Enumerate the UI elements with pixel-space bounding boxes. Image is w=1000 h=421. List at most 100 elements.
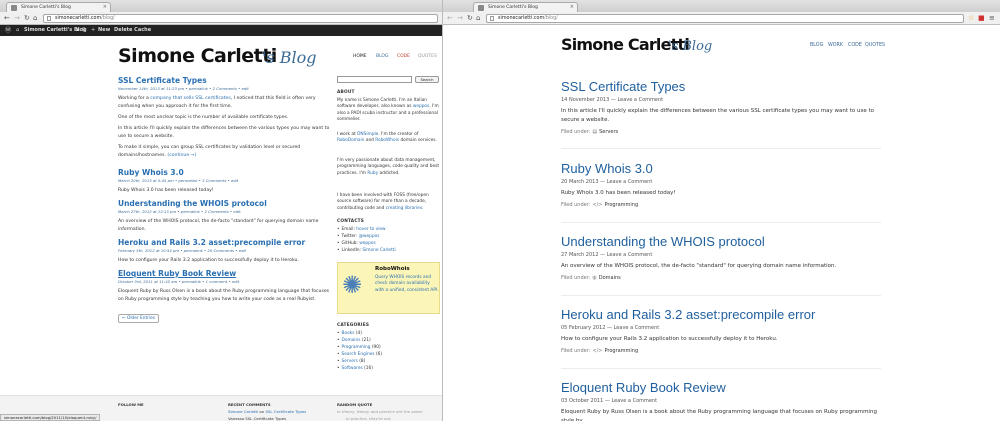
tab-strip: Simone Carletti's Blog × <box>0 0 442 12</box>
post-meta: 03 October 2011 — Leave a Comment <box>561 398 881 404</box>
home-icon[interactable]: ⌂ <box>476 14 480 22</box>
post-title[interactable]: Understanding the WHOIS protocol <box>118 199 330 208</box>
email-link[interactable]: hover to view <box>356 227 385 232</box>
category-link[interactable]: Servers <box>599 129 618 135</box>
wordpress-logo-icon[interactable]: Ⓦ <box>5 25 11 36</box>
back-icon[interactable]: ← <box>4 14 10 22</box>
leave-comment-link[interactable]: Leave a Comment <box>607 252 653 258</box>
random-quote-text: In practice, they're not. <box>346 416 392 421</box>
robowhois-description[interactable]: Query WHOIS records and check domain ava… <box>375 275 439 294</box>
post-title[interactable]: SSL Certificate Types <box>561 79 881 94</box>
post-title[interactable]: Ruby Whois 3.0 <box>118 168 330 177</box>
category-link[interactable]: Domains <box>599 275 621 281</box>
back-icon[interactable]: ← <box>447 14 453 22</box>
globe-icon: ◍ <box>592 275 597 281</box>
site-title[interactable]: Simone Carletti <box>118 45 277 67</box>
nav-work[interactable]: WORK <box>828 43 843 48</box>
tab-close-icon[interactable]: × <box>103 3 107 12</box>
post-date: 05 February 2012 <box>561 325 606 331</box>
status-bar-url: simonecarletti.com/blog/2011/10/eloquent… <box>0 414 101 421</box>
category-link[interactable]: Programming <box>604 348 638 354</box>
leave-comment-link[interactable]: Leave a Comment <box>617 97 663 103</box>
leave-comment-link[interactable]: Leave a Comment <box>611 398 657 404</box>
comment-post-link[interactable]: SSL Certificate Types <box>265 409 306 414</box>
post-title[interactable]: Understanding the WHOIS protocol <box>561 234 881 249</box>
favicon-icon <box>11 5 17 11</box>
post-title[interactable]: Heroku and Rails 3.2 asset:precompile er… <box>561 307 881 322</box>
forward-icon[interactable]: → <box>14 14 20 22</box>
post-title[interactable]: Eloquent Ruby Book Review <box>561 380 881 395</box>
category-count: (8) <box>357 359 366 364</box>
extension-icon[interactable]: ■ <box>978 14 985 22</box>
leave-comment-link[interactable]: Leave a Comment <box>614 325 660 331</box>
nav-blog[interactable]: BLOG <box>810 43 823 48</box>
robowhois-link[interactable]: RoboWhois <box>375 138 399 143</box>
post-title[interactable]: SSL Certificate Types <box>118 76 330 85</box>
leave-comment-link[interactable]: Leave a Comment <box>607 179 653 185</box>
filed-under-label: Filed under: <box>561 202 591 208</box>
nav-code[interactable]: CODE <box>848 43 862 48</box>
nav-blog[interactable]: BLOG <box>376 54 388 59</box>
comment-author-link[interactable]: Simone Carletti <box>228 409 258 414</box>
address-bar[interactable]: simonecarletti.com/blog/ <box>43 14 438 23</box>
category-link[interactable]: Programming <box>342 345 371 350</box>
bookmark-star-icon[interactable]: ☆ <box>968 14 974 22</box>
twitter-link[interactable]: @weppos <box>359 234 380 239</box>
recent-comment[interactable]: Vanessa SSL Certificate Types <box>228 416 286 421</box>
reload-icon[interactable]: ↻ <box>467 14 473 22</box>
nav-code[interactable]: CODE <box>397 54 410 59</box>
older-entries-button[interactable]: ← Older Entries <box>118 314 160 323</box>
company-link[interactable]: company that sells SSL certificates <box>150 96 230 101</box>
nav-quotes[interactable]: QUOTES <box>865 43 885 48</box>
search-input[interactable] <box>337 76 412 83</box>
reload-icon[interactable]: ↻ <box>24 14 30 22</box>
browser-tab[interactable]: Simone Carletti's Blog × <box>473 2 578 12</box>
filed-under-label: Filed under: <box>561 129 591 135</box>
continue-link[interactable]: (continue →) <box>167 153 196 158</box>
dnsimple-link[interactable]: DNSimple <box>357 132 378 137</box>
contact-linkedin: LinkedIn: Simone Carletti <box>337 247 440 254</box>
category-link[interactable]: Domains <box>342 338 361 343</box>
category-link[interactable]: Search Engines <box>342 352 375 357</box>
url-host: simonecarletti.com <box>498 16 545 21</box>
home-icon[interactable]: ⌂ <box>33 14 37 22</box>
category-item: Servers (8) <box>337 358 440 365</box>
admin-delete-cache-button[interactable]: Delete Cache <box>114 25 151 36</box>
nav-quotes[interactable]: QUOTES <box>418 54 437 59</box>
creating-libraries-link[interactable]: creating libraries <box>386 206 422 211</box>
linkedin-link[interactable]: Simone Carletti <box>362 248 395 253</box>
robowhois-ad[interactable]: ✺ RoboWhois Query WHOIS records and chec… <box>337 262 440 314</box>
post-title[interactable]: Eloquent Ruby Book Review <box>118 269 330 278</box>
address-bar[interactable]: simonecarletti.com/blog/ <box>486 14 964 23</box>
category-link[interactable]: Books <box>342 331 355 336</box>
comments-icon[interactable]: ▪ <box>76 25 79 36</box>
weppos-link[interactable]: weppos <box>413 104 429 109</box>
ruby-link[interactable]: Ruby <box>367 171 378 176</box>
search-button[interactable]: Search <box>415 76 439 83</box>
category-link[interactable]: Servers <box>342 359 358 364</box>
admin-new-button[interactable]: New <box>98 25 110 36</box>
browser-tab[interactable]: Simone Carletti's Blog × <box>6 2 111 12</box>
text: and <box>364 138 376 144</box>
robodomain-link[interactable]: RoboDomain <box>337 138 364 143</box>
github-link[interactable]: weppos <box>359 241 375 246</box>
menu-icon[interactable]: ≡ <box>989 14 995 22</box>
post-category: Filed under: </> Programming <box>561 202 881 208</box>
post-paragraph: Working for a company that sells SSL cer… <box>118 95 330 111</box>
contact-label: Twitter: <box>341 234 359 239</box>
forward-icon[interactable]: → <box>457 14 463 22</box>
post-title[interactable]: Ruby Whois 3.0 <box>561 161 881 176</box>
category-link[interactable]: Softwares <box>342 366 363 371</box>
filed-under-label: Filed under: <box>561 275 591 281</box>
tab-close-icon[interactable]: × <box>570 3 574 12</box>
admin-comments-count[interactable]: 0 <box>82 25 85 36</box>
nav-home[interactable]: HOME <box>353 54 367 59</box>
site-title-suffix[interactable]: 's Blog <box>262 48 316 67</box>
post-ssl-certificate-types: SSL Certificate Types November 14th, 201… <box>118 76 330 163</box>
post-meta: February 5th, 2012 at 10:54 pm • permali… <box>118 248 247 253</box>
category-link[interactable]: Programming <box>604 202 638 208</box>
site-title-suffix[interactable]: 's Blog <box>668 39 712 54</box>
post-title[interactable]: Heroku and Rails 3.2 asset:precompile er… <box>118 238 330 247</box>
follow-me-heading: FOLLOW ME <box>118 402 144 407</box>
text: — <box>598 179 607 185</box>
